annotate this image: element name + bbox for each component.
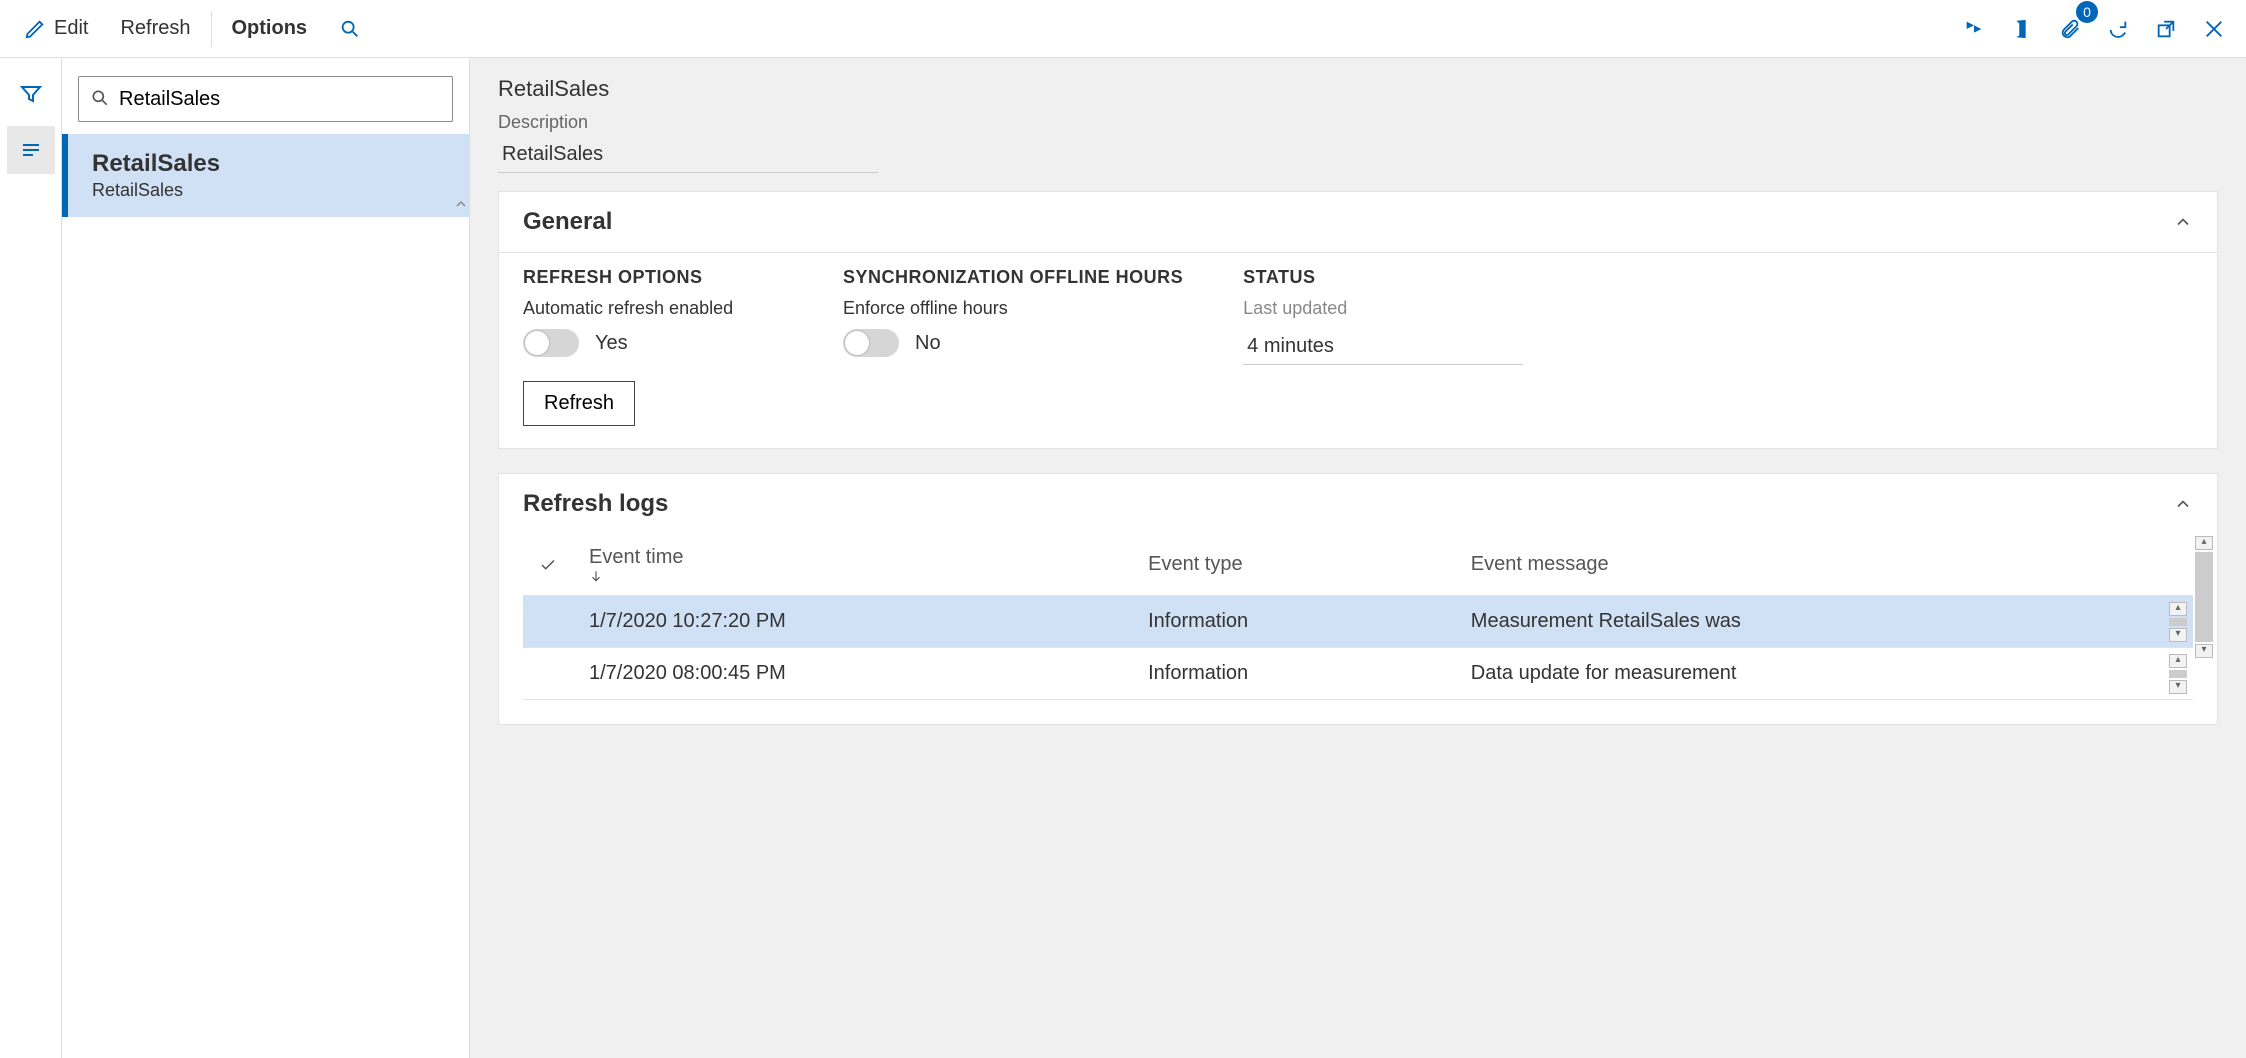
logs-table: Event time Event type Event message bbox=[523, 534, 2193, 700]
options-button[interactable]: Options bbox=[216, 0, 324, 57]
refresh-logs-title: Refresh logs bbox=[523, 490, 668, 518]
edit-button[interactable]: Edit bbox=[8, 0, 104, 57]
last-updated-label: Last updated bbox=[1243, 298, 1523, 319]
enforce-toggle[interactable] bbox=[843, 329, 899, 357]
check-all-header[interactable] bbox=[523, 534, 573, 596]
cell-event-time: 1/7/2020 10:27:20 PM bbox=[573, 596, 1132, 648]
enforce-label: Enforce offline hours bbox=[843, 298, 1183, 319]
scroll-down-icon[interactable]: ▾ bbox=[2195, 644, 2213, 658]
command-bar: Edit Refresh Options 0 bbox=[0, 0, 2246, 58]
dynamics-icon[interactable] bbox=[1950, 5, 1998, 53]
refresh-logs-card: Refresh logs Event time bbox=[498, 473, 2218, 725]
auto-refresh-value: Yes bbox=[595, 332, 628, 355]
table-scrollbar[interactable]: ▴ ▾ bbox=[2195, 536, 2213, 658]
event-time-header[interactable]: Event time bbox=[573, 534, 1132, 596]
list-icon[interactable] bbox=[7, 126, 55, 174]
sidebar-scroll[interactable] bbox=[455, 198, 467, 210]
auto-refresh-label: Automatic refresh enabled bbox=[523, 298, 783, 319]
spin-down-icon[interactable]: ▾ bbox=[2169, 680, 2187, 694]
table-row[interactable]: 1/7/2020 10:27:20 PM Information Measure… bbox=[523, 596, 2193, 648]
general-header[interactable]: General bbox=[499, 192, 2217, 253]
auto-refresh-toggle[interactable] bbox=[523, 329, 579, 357]
status-label: STATUS bbox=[1243, 267, 1523, 288]
filter-icon[interactable] bbox=[7, 70, 55, 118]
search-command[interactable] bbox=[323, 0, 377, 57]
close-icon[interactable] bbox=[2190, 5, 2238, 53]
spin-track[interactable] bbox=[2169, 670, 2187, 678]
reload-icon[interactable] bbox=[2094, 5, 2142, 53]
chevron-up-icon bbox=[2173, 494, 2193, 514]
spin-down-icon[interactable]: ▾ bbox=[2169, 628, 2187, 642]
general-card: General REFRESH OPTIONS Automatic refres… bbox=[498, 191, 2218, 449]
refresh-label: Refresh bbox=[120, 17, 190, 40]
refresh-button[interactable]: Refresh bbox=[523, 381, 635, 426]
refresh-logs-header[interactable]: Refresh logs bbox=[499, 474, 2217, 534]
table-row[interactable]: 1/7/2020 08:00:45 PM Information Data up… bbox=[523, 648, 2193, 700]
description-label: Description bbox=[498, 112, 2218, 133]
options-label: Options bbox=[232, 17, 308, 40]
divider bbox=[211, 11, 212, 47]
search-input[interactable] bbox=[78, 76, 453, 122]
search-icon bbox=[339, 18, 361, 40]
event-type-header[interactable]: Event type bbox=[1132, 534, 1455, 596]
cell-event-type: Information bbox=[1132, 596, 1455, 648]
sort-down-icon bbox=[589, 569, 1116, 583]
spin-up-icon[interactable]: ▴ bbox=[2169, 602, 2187, 616]
scroll-up-icon[interactable]: ▴ bbox=[2195, 536, 2213, 550]
refresh-options-label: REFRESH OPTIONS bbox=[523, 267, 783, 288]
cell-event-type: Information bbox=[1132, 648, 1455, 700]
page-title: RetailSales bbox=[498, 76, 2218, 102]
office-icon[interactable] bbox=[1998, 5, 2046, 53]
description-value[interactable]: RetailSales bbox=[498, 137, 878, 173]
sidebar-item-retailsales[interactable]: RetailSales RetailSales bbox=[62, 134, 469, 217]
last-updated-value: 4 minutes bbox=[1243, 329, 1523, 365]
attachments-badge-count: 0 bbox=[2076, 1, 2098, 23]
spin-track[interactable] bbox=[2169, 618, 2187, 626]
enforce-value: No bbox=[915, 332, 941, 355]
attachments-button[interactable]: 0 bbox=[2046, 5, 2094, 53]
cell-event-message: Data update for measurement bbox=[1471, 662, 1737, 684]
cell-event-message: Measurement RetailSales was bbox=[1471, 610, 1741, 632]
spin-up-icon[interactable]: ▴ bbox=[2169, 654, 2187, 668]
sidebar-item-subtitle: RetailSales bbox=[92, 180, 445, 201]
event-message-header[interactable]: Event message bbox=[1455, 534, 2193, 596]
cell-spinner[interactable]: ▴ ▾ bbox=[2169, 654, 2187, 694]
popout-icon[interactable] bbox=[2142, 5, 2190, 53]
sync-label: SYNCHRONIZATION OFFLINE HOURS bbox=[843, 267, 1183, 288]
left-rail bbox=[0, 58, 62, 1058]
search-icon bbox=[90, 88, 110, 108]
chevron-up-icon bbox=[2173, 212, 2193, 232]
sidebar: RetailSales RetailSales bbox=[62, 58, 470, 1058]
cell-spinner[interactable]: ▴ ▾ bbox=[2169, 602, 2187, 642]
cell-event-time: 1/7/2020 08:00:45 PM bbox=[573, 648, 1132, 700]
detail-pane: RetailSales Description RetailSales Gene… bbox=[470, 58, 2246, 1058]
edit-label: Edit bbox=[54, 17, 88, 40]
general-title: General bbox=[523, 208, 612, 236]
scroll-track[interactable] bbox=[2195, 552, 2213, 642]
sidebar-item-title: RetailSales bbox=[92, 150, 445, 178]
refresh-command[interactable]: Refresh bbox=[104, 0, 206, 57]
pencil-icon bbox=[24, 18, 46, 40]
